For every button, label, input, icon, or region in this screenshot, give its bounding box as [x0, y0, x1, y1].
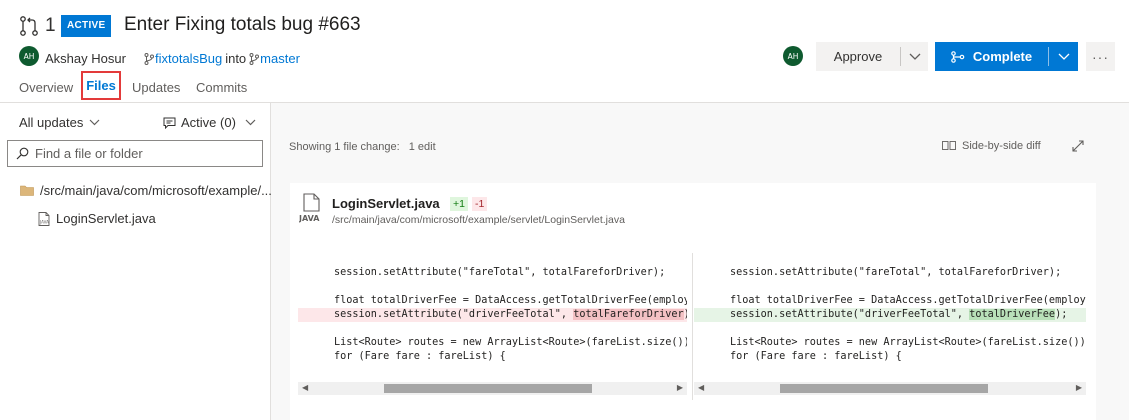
into-label: into — [225, 51, 247, 66]
approve-label: Approve — [833, 49, 883, 64]
code-text: float totalDriverFee = DataAccess.getTot… — [334, 295, 687, 306]
additions-count: +1 — [450, 197, 468, 211]
diff-line: session.setAttribute("driverFeeTotal", t… — [694, 308, 1086, 322]
tab-updates[interactable]: Updates — [132, 80, 180, 95]
diff-file-path: /src/main/java/com/microsoft/example/ser… — [332, 214, 625, 226]
code-text: float totalDriverFee = DataAccess.getTot… — [730, 295, 1086, 306]
chevron-down-icon — [89, 119, 100, 126]
diff-line: session.setAttribute("fareTotal", totalF… — [694, 266, 1086, 280]
diff-line: session.setAttribute("fareTotal", totalF… — [298, 266, 687, 280]
code-text: session.setAttribute("driverFeeTotal", — [334, 309, 574, 320]
diff-line: for (Fare fare : fareList) { — [694, 350, 1086, 364]
diff-line: float totalDriverFee = DataAccess.getTot… — [694, 294, 1086, 308]
right-scrollbar[interactable]: ◀ ▶ — [694, 382, 1086, 395]
search-input[interactable] — [35, 146, 255, 161]
reviewer-avatar[interactable]: AH — [783, 46, 803, 66]
diff-line: List<Route> routes = new ArrayList<Route… — [298, 336, 687, 350]
branch-icon — [144, 52, 154, 65]
change-summary: Showing 1 file change: 1 edit — [289, 141, 436, 153]
chevron-down-icon[interactable] — [1049, 53, 1078, 61]
chevron-down-icon[interactable] — [901, 53, 928, 61]
merge-icon — [951, 50, 965, 63]
diff-line: for (Fare fare : fareList) { — [298, 350, 687, 364]
complete-button[interactable]: Complete — [935, 42, 1078, 71]
side-by-side-icon — [942, 140, 956, 150]
updates-filter-label: All updates — [19, 115, 84, 130]
svg-text:JAVA: JAVA — [39, 219, 49, 224]
diff-left-pane: session.setAttribute("fareTotal", totalF… — [298, 266, 687, 371]
chevron-down-icon — [245, 119, 256, 126]
more-options-button[interactable]: ··· — [1086, 42, 1115, 71]
left-scrollbar[interactable]: ◀ ▶ — [298, 382, 687, 395]
diff-line: List<Route> routes = new ArrayList<Route… — [694, 336, 1086, 350]
code-text: List<Route> routes = new ArrayList<Route… — [730, 337, 1086, 348]
diff-line — [298, 322, 687, 336]
author-name[interactable]: Akshay Hosur — [45, 51, 126, 66]
file-type-label: JAVA — [299, 214, 320, 223]
expand-icon[interactable] — [1071, 139, 1085, 153]
changed-token: totalDriverFee — [969, 309, 1056, 320]
pane-divider — [692, 253, 693, 400]
deletions-count: -1 — [472, 197, 488, 211]
file-search-box[interactable] — [7, 140, 263, 167]
diff-line: session.setAttribute("driverFeeTotal", t… — [298, 308, 687, 322]
java-file-icon: JAVA — [299, 193, 320, 223]
pull-request-icon — [20, 16, 38, 36]
code-text: List<Route> routes = new ArrayList<Route… — [334, 337, 687, 348]
diff-line — [694, 280, 1086, 294]
code-text: session.setAttribute("fareTotal", totalF… — [334, 267, 666, 278]
diff-right-pane: session.setAttribute("fareTotal", totalF… — [694, 266, 1086, 371]
comment-icon — [163, 117, 176, 129]
code-text: for (Fare fare : fareList) { — [334, 351, 506, 362]
branch-icon — [249, 52, 260, 65]
java-file-icon: JAVA — [38, 211, 50, 226]
source-branch-link[interactable]: fixtotalsBug — [155, 51, 222, 66]
view-mode-label: Side-by-side diff — [962, 140, 1041, 152]
showing-label: Showing 1 file change: — [289, 141, 400, 153]
updates-filter-dropdown[interactable]: All updates — [19, 115, 100, 130]
edit-count: 1 edit — [408, 141, 436, 153]
author-avatar[interactable]: AH — [19, 46, 39, 66]
side-by-side-toggle[interactable]: Side-by-side diff — [942, 140, 1041, 152]
code-text: ); — [684, 309, 687, 320]
file-name: LoginServlet.java — [56, 211, 156, 226]
diff-line — [694, 322, 1086, 336]
folder-icon — [20, 185, 34, 196]
tree-file-item[interactable]: JAVA LoginServlet.java — [38, 211, 156, 226]
code-text: for (Fare fare : fareList) { — [730, 351, 902, 362]
tab-files[interactable]: Files — [81, 71, 121, 100]
tab-overview[interactable]: Overview — [19, 80, 73, 95]
complete-label: Complete — [972, 49, 1033, 64]
status-badge: ACTIVE — [61, 15, 112, 37]
comments-filter-label: Active (0) — [181, 115, 236, 130]
tree-folder-item[interactable]: /src/main/java/com/microsoft/example/... — [20, 183, 272, 198]
code-text: ); — [1055, 309, 1068, 320]
changed-token: totalFareforDriver — [573, 309, 684, 320]
search-icon — [16, 147, 29, 160]
tab-commits[interactable]: Commits — [196, 80, 247, 95]
comments-filter-dropdown[interactable]: Active (0) — [163, 115, 256, 130]
target-branch-link[interactable]: master — [260, 51, 300, 66]
pr-count: 1 — [45, 15, 56, 36]
diff-line: float totalDriverFee = DataAccess.getTot… — [298, 294, 687, 308]
approve-button[interactable]: Approve — [816, 42, 928, 71]
code-text: session.setAttribute("fareTotal", totalF… — [730, 267, 1062, 278]
branch-info: fixtotalsBug into master — [144, 51, 300, 66]
diff-line — [298, 280, 687, 294]
folder-path: /src/main/java/com/microsoft/example/... — [40, 183, 272, 198]
page-title: Enter Fixing totals bug #663 — [124, 14, 361, 35]
code-text: session.setAttribute("driverFeeTotal", — [730, 309, 970, 320]
diff-file-name[interactable]: LoginServlet.java — [332, 196, 440, 211]
